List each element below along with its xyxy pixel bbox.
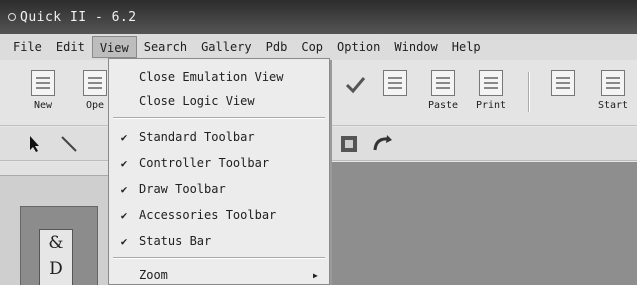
module-tile-label: & D — [39, 229, 73, 285]
menu-item-standard-toolbar[interactable]: ✔ Standard Toolbar — [109, 125, 329, 149]
block-tool[interactable] — [336, 131, 362, 157]
menu-search[interactable]: Search — [137, 36, 194, 58]
view-menu-dropdown: Close Emulation View Close Logic View ✔ … — [108, 58, 330, 285]
pointer-tool[interactable] — [22, 131, 48, 157]
check-tool-icon — [345, 77, 366, 94]
menu-file[interactable]: File — [6, 36, 49, 58]
document-icon — [383, 70, 407, 96]
start-button[interactable]: Start — [590, 66, 636, 120]
menu-separator — [113, 117, 325, 119]
checkmark-icon: ✔ — [120, 130, 128, 144]
window-title: Quick II - 6.2 — [20, 9, 137, 25]
menu-gallery[interactable]: Gallery — [194, 36, 259, 58]
module-tile[interactable]: & D — [20, 206, 98, 285]
menu-item-label: Accessories Toolbar — [139, 208, 277, 222]
paste-icon — [431, 70, 455, 96]
grid-icon — [551, 70, 575, 96]
curve-arrow-icon — [373, 135, 392, 151]
pointer-arrow-icon — [30, 136, 39, 152]
menu-item-close-emulation-view[interactable]: Close Emulation View — [109, 65, 329, 89]
checkmark-icon: ✔ — [120, 234, 128, 248]
menu-item-label: Close Emulation View — [139, 70, 284, 84]
new-button[interactable]: New — [20, 66, 66, 120]
menu-item-label: Draw Toolbar — [139, 182, 226, 196]
menu-item-draw-toolbar[interactable]: ✔ Draw Toolbar — [109, 177, 329, 201]
menu-window[interactable]: Window — [387, 36, 444, 58]
open-button-label: Ope — [85, 100, 105, 111]
menu-edit[interactable]: Edit — [49, 36, 92, 58]
print-button[interactable]: Print — [468, 66, 514, 120]
menu-item-label: Close Logic View — [139, 94, 255, 108]
menu-view[interactable]: View — [91, 36, 137, 58]
menu-item-close-logic-view[interactable]: Close Logic View — [109, 89, 329, 113]
checkmark-icon: ✔ — [120, 156, 128, 170]
menu-item-controller-toolbar[interactable]: ✔ Controller Toolbar — [109, 151, 329, 175]
menu-help[interactable]: Help — [445, 36, 488, 58]
line-icon — [61, 136, 77, 152]
menu-item-label: Zoom — [139, 268, 168, 282]
menu-item-label: Status Bar — [139, 234, 212, 248]
left-panel: & D — [0, 162, 110, 285]
start-icon — [601, 70, 625, 96]
menu-separator — [113, 257, 325, 259]
checkmark-icon: ✔ — [120, 182, 128, 196]
menu-option[interactable]: Option — [330, 36, 387, 58]
submenu-arrow-icon: ▶ — [313, 270, 318, 280]
block-icon — [341, 136, 357, 152]
print-button-label: Print — [475, 100, 507, 111]
new-button-label: New — [33, 100, 53, 111]
open-folder-icon — [83, 70, 107, 96]
print-icon — [479, 70, 503, 96]
grid-button[interactable] — [540, 66, 586, 120]
document-button[interactable] — [372, 66, 418, 120]
toolbar-separator — [528, 72, 530, 112]
menu-item-zoom[interactable]: Zoom ▶ — [109, 263, 329, 285]
workspace[interactable] — [330, 162, 637, 285]
menu-cop[interactable]: Cop — [294, 36, 330, 58]
menu-item-accessories-toolbar[interactable]: ✔ Accessories Toolbar — [109, 203, 329, 227]
line-tool[interactable] — [56, 131, 82, 157]
checkmark-icon: ✔ — [120, 208, 128, 222]
menu-item-status-bar[interactable]: ✔ Status Bar — [109, 229, 329, 253]
start-button-label: Start — [597, 100, 629, 111]
curve-tool[interactable] — [370, 131, 396, 157]
menu-item-label: Standard Toolbar — [139, 130, 255, 144]
paste-button[interactable]: Paste — [420, 66, 466, 120]
menu-pdb[interactable]: Pdb — [259, 36, 295, 58]
left-panel-header — [0, 162, 110, 176]
menu-item-label: Controller Toolbar — [139, 156, 270, 170]
paste-button-label: Paste — [427, 100, 459, 111]
app-icon — [8, 13, 16, 21]
menu-bar: File Edit View Search Gallery Pdb Cop Op… — [0, 34, 637, 60]
new-file-icon — [31, 70, 55, 96]
title-bar: Quick II - 6.2 — [0, 0, 637, 34]
